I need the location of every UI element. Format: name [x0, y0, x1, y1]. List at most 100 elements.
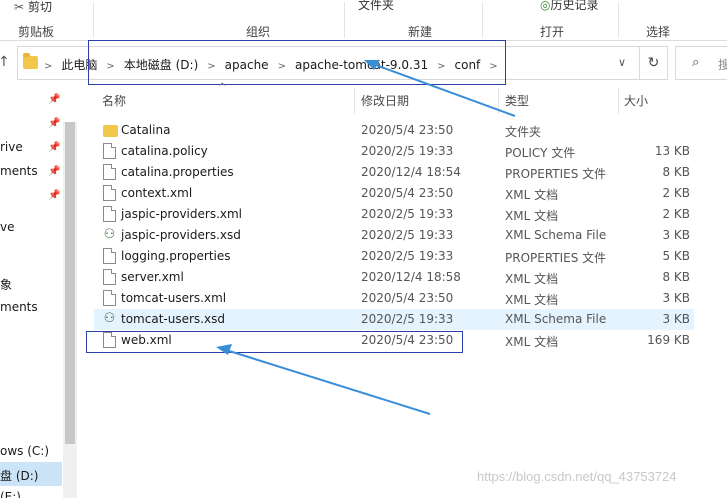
file-size: 3 KB [662, 228, 690, 242]
file-icon [103, 269, 116, 285]
table-row[interactable]: Catalina 2020/5/4 23:50 文件夹 [94, 120, 694, 141]
file-name: catalina.properties [121, 165, 234, 179]
nav-item-drive-e[interactable]: (E:) [0, 490, 21, 498]
ribbon-divider [344, 2, 345, 38]
file-type: XML 文档 [505, 209, 559, 223]
file-size: 8 KB [662, 165, 690, 179]
pin-icon[interactable]: 📌 [48, 190, 60, 201]
file-icon [103, 185, 116, 201]
table-row[interactable]: jaspic-providers.xml 2020/2/5 19:33 XML 文档… [94, 204, 694, 225]
file-date: 2020/2/5 19:33 [361, 207, 454, 221]
nav-item-drive-c[interactable]: ows (C:) [0, 444, 49, 458]
nav-item[interactable]: ve [0, 220, 14, 234]
column-header-name[interactable]: 名称 [102, 92, 126, 109]
column-divider[interactable] [618, 88, 619, 114]
scissors-icon: ✂ [14, 0, 25, 14]
history-label: 历史记录 [550, 0, 599, 12]
nav-scrollbar[interactable] [63, 122, 77, 498]
group-select: 选择 [646, 25, 671, 39]
scrollbar-thumb[interactable] [65, 122, 75, 444]
ribbon: ✂ 剪切 文件夹 ◎历史记录 剪贴板 组织 新建 打开 选择 [0, 0, 727, 41]
table-row[interactable]: logging.properties 2020/2/5 19:33 PROPERTI… [94, 246, 694, 267]
file-size: 3 KB [662, 291, 690, 305]
nav-item[interactable]: ments [0, 300, 38, 314]
nav-item[interactable]: rive [0, 140, 23, 154]
file-size: 8 KB [662, 270, 690, 284]
file-date: 2020/2/5 19:33 [361, 312, 454, 326]
file-size: 169 KB [647, 333, 690, 347]
file-date: 2020/5/4 23:50 [361, 123, 454, 137]
group-new: 新建 [408, 25, 433, 39]
history-button[interactable]: ◎历史记录 [540, 0, 599, 13]
file-icon [103, 143, 116, 159]
chevron-right-icon[interactable]: > [44, 61, 52, 72]
column-header-size[interactable]: 大小 [624, 92, 648, 109]
file-type: XML 文档 [505, 293, 559, 307]
search-icon: ⌕ [692, 55, 700, 70]
file-type: XML 文档 [505, 272, 559, 286]
file-name: Catalina [121, 123, 171, 137]
ribbon-divider [618, 2, 619, 38]
pin-icon[interactable]: 📌 [48, 94, 60, 105]
cut-label: 剪切 [28, 0, 53, 14]
file-type: 文件夹 [505, 125, 542, 139]
up-arrow-icon[interactable]: ↑ [0, 54, 10, 70]
folder-icon [23, 53, 38, 69]
table-row[interactable]: ⚇ jaspic-providers.xsd 2020/2/5 19:33 XML S… [94, 225, 694, 246]
file-icon [103, 164, 116, 180]
file-size: 2 KB [662, 186, 690, 200]
file-name: server.xml [121, 270, 184, 284]
table-row[interactable]: ⚇ tomcat-users.xsd 2020/2/5 19:33 XML Schem… [94, 309, 694, 330]
column-divider[interactable] [354, 88, 355, 114]
column-header-date[interactable]: 修改日期 [361, 92, 409, 109]
annotation-highlight-web-xml [86, 331, 463, 353]
file-icon [103, 206, 116, 222]
file-type: XML Schema File [505, 228, 607, 242]
table-row[interactable]: catalina.policy 2020/2/5 19:33 POLICY 文件 13… [94, 141, 694, 162]
pin-icon[interactable]: 📌 [48, 142, 60, 153]
folder-icon [103, 125, 118, 137]
table-row[interactable]: server.xml 2020/12/4 18:58 XML 文档 8 KB [94, 267, 694, 288]
pin-icon[interactable]: 📌 [48, 118, 60, 129]
table-row[interactable]: tomcat-users.xml 2020/5/4 23:50 XML 文档 3 KB [94, 288, 694, 309]
group-organize: 组织 [246, 25, 271, 39]
file-date: 2020/2/5 19:33 [361, 144, 454, 158]
sort-caret-icon: ^ [218, 82, 227, 93]
nav-item[interactable]: 象 [0, 276, 12, 293]
watermark: https://blog.csdn.net/qq_43753724 [477, 469, 677, 484]
xsd-icon: ⚇ [103, 227, 116, 242]
file-name: jaspic-providers.xml [121, 207, 243, 221]
file-name: jaspic-providers.xsd [121, 228, 241, 242]
ribbon-divider [482, 2, 483, 38]
chevron-down-icon[interactable]: ∨ [618, 56, 626, 69]
file-date: 2020/5/4 23:50 [361, 291, 454, 305]
file-list: ^ 名称 修改日期 类型 大小 Catalina 2020/5/4 23:50 文件… [94, 82, 727, 498]
file-type: PROPERTIES 文件 [505, 251, 607, 265]
nav-item[interactable]: ments [0, 164, 38, 178]
table-row[interactable]: context.xml 2020/5/4 23:50 XML 文档 2 KB [94, 183, 694, 204]
refresh-icon: ↻ [647, 55, 660, 71]
cut-button[interactable]: ✂ 剪切 [14, 0, 52, 15]
file-name: tomcat-users.xsd [121, 312, 225, 326]
file-size: 5 KB [662, 249, 690, 263]
file-size: 2 KB [662, 207, 690, 221]
file-type: XML 文档 [505, 188, 559, 202]
file-size: 3 KB [662, 312, 690, 326]
file-name: logging.properties [121, 249, 231, 263]
column-divider[interactable] [498, 88, 499, 114]
file-name: catalina.policy [121, 144, 208, 158]
pin-icon[interactable]: 📌 [48, 166, 60, 177]
file-name: context.xml [121, 186, 193, 200]
nav-item-drive-d[interactable]: 盘 (D:) [0, 467, 38, 484]
new-folder-button[interactable]: 文件夹 [358, 0, 394, 13]
file-name: tomcat-users.xml [121, 291, 227, 305]
search-input[interactable]: ⌕ 搜 [675, 46, 727, 80]
refresh-button[interactable]: ↻ [640, 46, 668, 80]
file-icon [103, 290, 116, 306]
file-date: 2020/12/4 18:58 [361, 270, 461, 284]
history-icon: ◎ [540, 0, 551, 12]
group-clipboard: 剪贴板 [18, 25, 55, 39]
table-row[interactable]: catalina.properties 2020/12/4 18:54 PROPER… [94, 162, 694, 183]
column-header-type[interactable]: 类型 [505, 92, 529, 109]
search-placeholder: 搜 [718, 58, 727, 72]
